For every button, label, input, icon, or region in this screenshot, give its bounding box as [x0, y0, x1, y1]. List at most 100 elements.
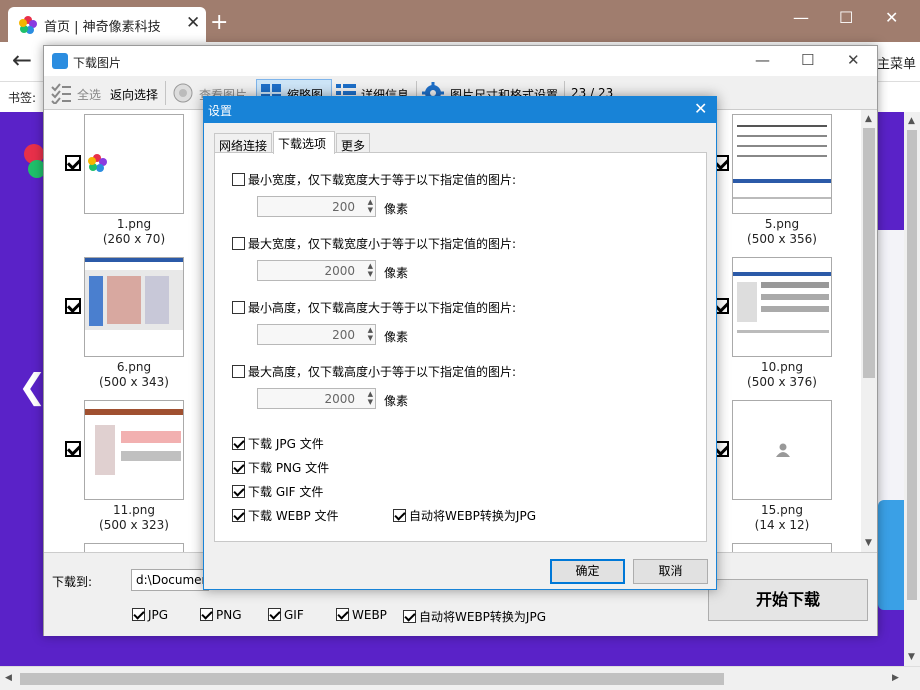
- tab-close-icon[interactable]: ✕: [186, 13, 200, 33]
- format-webp-option[interactable]: WEBP: [336, 608, 387, 622]
- thumbnail-image[interactable]: [84, 543, 184, 552]
- settings-close-icon[interactable]: ✕: [694, 99, 707, 118]
- minimize-button[interactable]: —: [793, 8, 809, 27]
- tab-title: 首页 | 神奇像素科技: [44, 20, 161, 35]
- view-image-icon: [173, 83, 193, 103]
- format-png-checkbox[interactable]: [200, 608, 213, 621]
- tab-download-options[interactable]: 下载选项: [273, 131, 335, 154]
- thumbnail-image[interactable]: [732, 114, 832, 214]
- tab-network[interactable]: 网络连接: [214, 133, 272, 153]
- thumbnail-image[interactable]: [84, 114, 184, 214]
- thumbnail-checkbox[interactable]: [65, 155, 81, 171]
- thumbnail-label: 15.png (14 x 12): [754, 503, 810, 532]
- thumbnail-grid-scrollbar[interactable]: ▲ ▼: [861, 110, 877, 552]
- download-to-label: 下载到:: [52, 575, 93, 589]
- download-window-icon: [52, 53, 68, 69]
- close-window-button[interactable]: ✕: [885, 8, 898, 27]
- download-jpg-checkbox[interactable]: [232, 437, 245, 450]
- min-width-option[interactable]: 最小宽度，仅下载宽度大于等于以下指定值的图片:: [232, 171, 516, 188]
- unit-label: 像素: [384, 394, 409, 408]
- stepper-arrows-icon[interactable]: ▲ ▼: [368, 326, 373, 342]
- thumbnail-label: 5.png (500 x 356): [747, 217, 817, 246]
- thumbnail-label: 11.png (500 x 323): [99, 503, 169, 532]
- download-webp-option[interactable]: 下载 WEBP 文件: [232, 507, 339, 524]
- settings-dialog: 设置 ✕ 网络连接 下载选项 更多 最小宽度，仅下载宽度大于等于以下指定值的图片…: [203, 96, 717, 590]
- download-options-panel: 最小宽度，仅下载宽度大于等于以下指定值的图片: 200 ▲ ▼ 像素 最大宽度，仅下…: [214, 152, 707, 542]
- download-png-option[interactable]: 下载 PNG 文件: [232, 459, 329, 476]
- stepper-arrows-icon[interactable]: ▲ ▼: [368, 198, 373, 214]
- max-height-checkbox[interactable]: [232, 365, 245, 378]
- thumbnail-image[interactable]: [84, 400, 184, 500]
- page-horizontal-scroll-thumb[interactable]: [20, 673, 724, 685]
- select-all-icon: [51, 83, 71, 104]
- cancel-button[interactable]: 取消: [633, 559, 708, 584]
- start-download-button[interactable]: 开始下载: [708, 579, 868, 621]
- min-height-checkbox[interactable]: [232, 301, 245, 314]
- bookmarks-label: 书签:: [8, 91, 37, 105]
- thumbnail-image[interactable]: [732, 257, 832, 357]
- stepper-arrows-icon[interactable]: ▲ ▼: [368, 390, 373, 406]
- thumbnail-grid-scroll-thumb[interactable]: [863, 128, 875, 378]
- thumbnail-checkbox[interactable]: [65, 298, 81, 314]
- download-gif-checkbox[interactable]: [232, 485, 245, 498]
- download-gif-option[interactable]: 下载 GIF 文件: [232, 483, 323, 500]
- unit-label: 像素: [384, 266, 409, 280]
- scroll-left-icon[interactable]: ◀: [5, 673, 12, 683]
- min-width-stepper[interactable]: 200 ▲ ▼: [257, 196, 376, 217]
- ok-button[interactable]: 确定: [550, 559, 625, 584]
- download-png-checkbox[interactable]: [232, 461, 245, 474]
- max-height-stepper[interactable]: 2000 ▲ ▼: [257, 388, 376, 409]
- max-width-checkbox[interactable]: [232, 237, 245, 250]
- download-path-field[interactable]: d:\Documents: [131, 569, 209, 591]
- browser-tab[interactable]: 首页 | 神奇像素科技 ✕: [8, 7, 206, 42]
- unit-label: 像素: [384, 330, 409, 344]
- thumbnail-label: 10.png (500 x 376): [747, 360, 817, 389]
- min-height-option[interactable]: 最小高度，仅下载高度大于等于以下指定值的图片:: [232, 299, 516, 316]
- page-vertical-scrollbar[interactable]: ▲ ▼: [904, 112, 920, 666]
- scroll-down-icon[interactable]: ▼: [908, 652, 915, 662]
- download-jpg-option[interactable]: 下载 JPG 文件: [232, 435, 324, 452]
- format-gif-option[interactable]: GIF: [268, 608, 304, 622]
- stepper-arrows-icon[interactable]: ▲ ▼: [368, 262, 373, 278]
- back-arrow-icon[interactable]: ←: [12, 46, 32, 74]
- scroll-down-icon[interactable]: ▼: [865, 538, 872, 548]
- page-vertical-scroll-thumb[interactable]: [907, 130, 917, 600]
- webp-convert-checkbox[interactable]: [403, 610, 416, 623]
- webp-convert-option[interactable]: 自动将WEBP转换为JPG: [403, 608, 546, 625]
- max-height-option[interactable]: 最大高度，仅下载高度小于等于以下指定值的图片:: [232, 363, 516, 380]
- scroll-right-icon[interactable]: ▶: [892, 673, 899, 683]
- maximize-button[interactable]: ☐: [839, 8, 853, 27]
- thumbnail-image[interactable]: [732, 543, 832, 552]
- format-jpg-checkbox[interactable]: [132, 608, 145, 621]
- format-webp-checkbox[interactable]: [336, 608, 349, 621]
- user-icon: [776, 443, 790, 457]
- invert-select-button[interactable]: 返向选择: [110, 86, 158, 103]
- webp-to-jpg-checkbox[interactable]: [393, 509, 406, 522]
- scroll-up-icon[interactable]: ▲: [865, 114, 872, 124]
- thumbnail-checkbox[interactable]: [65, 441, 81, 457]
- unit-label: 像素: [384, 202, 409, 216]
- download-window-close-button[interactable]: ✕: [847, 51, 860, 69]
- download-window-maximize-button[interactable]: ☐: [801, 51, 814, 69]
- format-jpg-option[interactable]: JPG: [132, 608, 168, 622]
- thumbnail-image[interactable]: [84, 257, 184, 357]
- download-webp-checkbox[interactable]: [232, 509, 245, 522]
- page-horizontal-scrollbar[interactable]: ◀ ▶: [0, 666, 920, 690]
- format-png-option[interactable]: PNG: [200, 608, 242, 622]
- max-width-option[interactable]: 最大宽度，仅下载宽度小于等于以下指定值的图片:: [232, 235, 516, 252]
- download-window-minimize-button[interactable]: —: [755, 51, 770, 69]
- scroll-up-icon[interactable]: ▲: [908, 116, 915, 126]
- max-width-stepper[interactable]: 2000 ▲ ▼: [257, 260, 376, 281]
- tab-more[interactable]: 更多: [336, 133, 370, 153]
- download-window-title: 下载图片: [73, 56, 122, 70]
- min-height-stepper[interactable]: 200 ▲ ▼: [257, 324, 376, 345]
- format-gif-checkbox[interactable]: [268, 608, 281, 621]
- new-tab-button[interactable]: +: [210, 10, 228, 35]
- image-preview-logo: [88, 154, 107, 172]
- select-all-button[interactable]: 全选: [77, 86, 101, 103]
- thumbnail-image[interactable]: [732, 400, 832, 500]
- webp-to-jpg-option[interactable]: 自动将WEBP转换为JPG: [393, 507, 536, 524]
- main-menu-button[interactable]: 主菜单: [877, 53, 916, 72]
- min-width-checkbox[interactable]: [232, 173, 245, 186]
- thumbnail-label: 6.png (500 x 343): [99, 360, 169, 389]
